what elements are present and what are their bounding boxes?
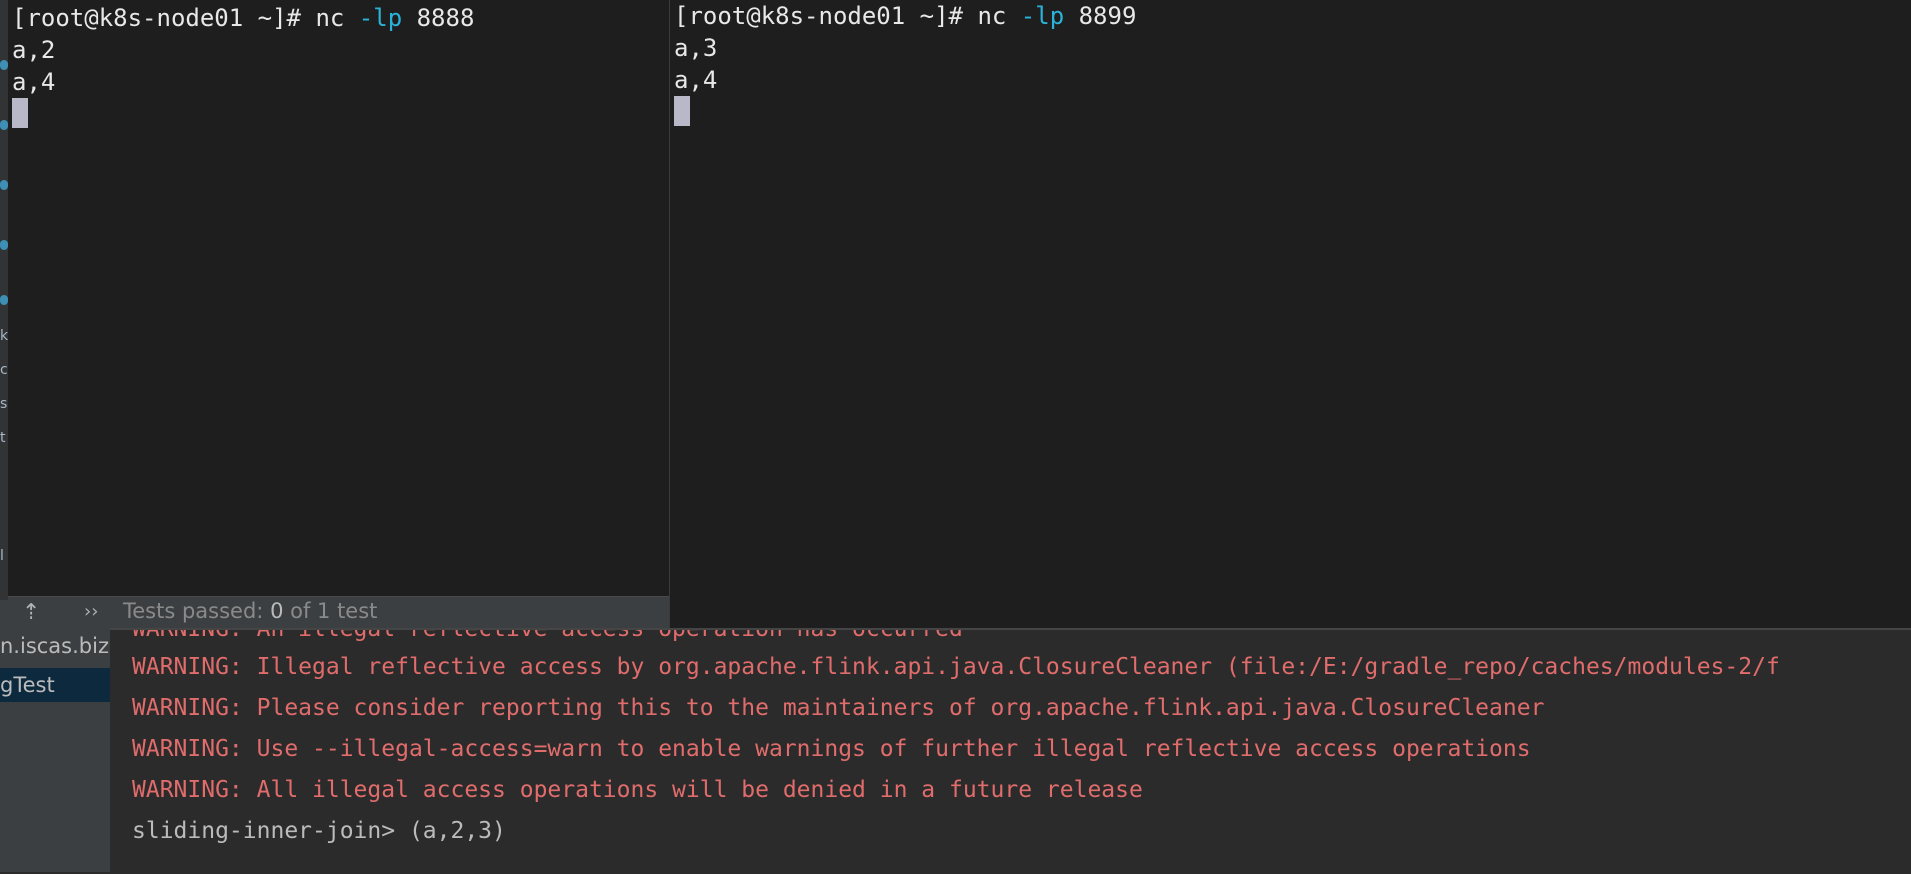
terminal-output-line: a,3 [674, 34, 718, 62]
tests-passed-count: 0 [270, 599, 284, 623]
command-port: 8888 [416, 4, 475, 32]
terminal-output-line: a,2 [12, 36, 56, 64]
terminal-command-line: [root@k8s-node01 ~]# nc -lp 8888 [12, 2, 474, 34]
command-flag: -lp [358, 4, 403, 32]
stripe-marker-icon [0, 295, 8, 305]
terminal-output-line: a,4 [674, 66, 718, 94]
console-warning-line: WARNING: Use --illegal-access=warn to en… [132, 736, 1531, 762]
shell-prompt: [root@k8s-node01 ~]# [12, 4, 316, 32]
terminal-cursor [674, 96, 690, 126]
stripe-marker-icon [0, 240, 8, 250]
console-warning-line: WARNING: Please consider reporting this … [132, 695, 1545, 721]
command-port: 8899 [1078, 2, 1137, 30]
tests-status-prefix: Tests passed: [123, 599, 271, 623]
terminal-command-line: [root@k8s-node01 ~]# nc -lp 8899 [674, 0, 1136, 32]
stripe-marker-icon [0, 180, 8, 190]
sidebar-fragment: t [0, 430, 6, 446]
sidebar-fragment: l [0, 548, 4, 564]
test-runner-toolbar: ⇡ ›› Tests passed: 0 of 1 test [8, 596, 670, 629]
command-name: nc [977, 2, 1007, 30]
collapse-all-icon[interactable]: ⇡ [22, 600, 40, 625]
sidebar-fragment: s [0, 396, 8, 412]
run-console[interactable]: WARNING: An illegal reflective access op… [110, 628, 1911, 874]
console-warning-line: WARNING: Illegal reflective access by or… [132, 654, 1780, 680]
stripe-marker-icon [0, 60, 8, 70]
more-actions-chevron-icon[interactable]: ›› [84, 601, 98, 622]
terminal-cursor [12, 98, 28, 128]
sidebar-fragment: k [0, 328, 9, 344]
shell-prompt: [root@k8s-node01 ~]# [674, 2, 978, 30]
stripe-marker-icon [0, 120, 8, 130]
terminal-pane-8899[interactable]: [root@k8s-node01 ~]# nc -lp 8899 a,3 a,4 [670, 0, 1911, 628]
terminal-pane-8888[interactable]: [root@k8s-node01 ~]# nc -lp 8888 a,2 a,4 [8, 0, 669, 596]
console-warning-line: WARNING: All illegal access operations w… [132, 777, 1143, 803]
project-tree-item[interactable]: n.iscas.biz.t [0, 634, 124, 658]
sidebar-fragment: c [0, 362, 8, 378]
tests-status-suffix: of 1 test [283, 599, 378, 623]
command-flag: -lp [1020, 2, 1065, 30]
project-tree-item-selected[interactable]: gTest [0, 668, 110, 702]
terminal-output-line: a,4 [12, 68, 56, 96]
command-name: nc [315, 4, 345, 32]
tool-window-stripe [0, 0, 8, 600]
console-warning-line-partial: WARNING: An illegal reflective access op… [132, 628, 963, 642]
console-output-line: sliding-inner-join> (a,2,3) [132, 818, 506, 844]
tests-passed-status: Tests passed: 0 of 1 test [123, 599, 377, 623]
